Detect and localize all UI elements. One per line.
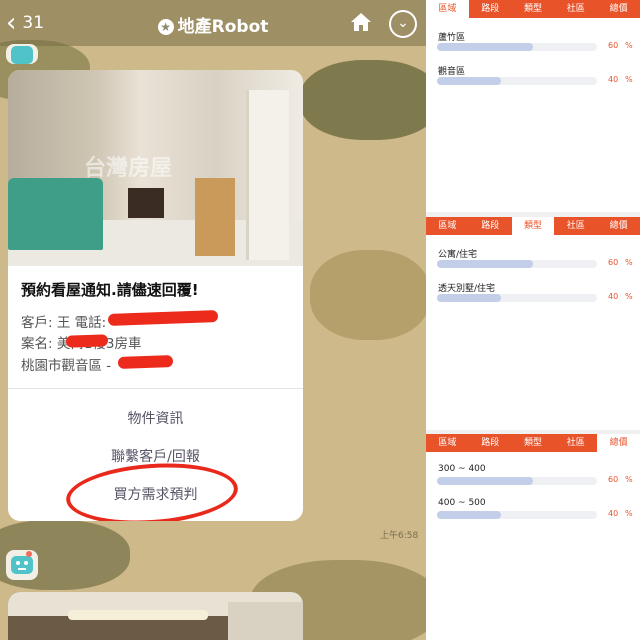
stat-label: 觀音區 (438, 67, 466, 77)
message-timestamp: 上午6:58 (380, 531, 419, 541)
progress-track (437, 477, 597, 485)
tab-total-price[interactable]: 總價 (597, 434, 640, 452)
tab-region[interactable]: 區域 (426, 217, 469, 235)
progress-fill (437, 294, 501, 302)
location-line: 桃園市觀音區 - (21, 358, 112, 374)
progress-track (437, 43, 597, 51)
progress-fill (437, 477, 533, 485)
official-star-icon: ★ (157, 19, 174, 35)
progress-fill (437, 511, 501, 519)
progress-fill (437, 77, 501, 85)
chat-screen: ‹ 31 ★ 地產Robot ⌄ 台灣房屋 預約看屋通知.請儘速回覆! 客戶: 王… (0, 0, 426, 640)
property-photo[interactable] (8, 592, 303, 640)
avatar[interactable] (6, 550, 38, 580)
filter-panel-type: 區域 路段 類型 社區 總價公寓/住宅 60% 透天別墅/住宅 40% (426, 217, 640, 430)
tab-community[interactable]: 社區 (554, 217, 597, 235)
progress-fill (437, 43, 533, 51)
tab-total-price[interactable]: 總價 (597, 0, 640, 18)
tab-community[interactable]: 社區 (554, 434, 597, 452)
card-title: 預約看屋通知.請儘速回覆! (21, 281, 199, 299)
background-pattern (300, 60, 426, 140)
tab-total-price[interactable]: 總價 (597, 217, 640, 235)
stat-value: 60 (608, 475, 619, 484)
stat-unit: % (625, 509, 633, 518)
filter-panel-price: 區域 路段 類型 社區 總價 300 ~ 400 60% 400 ~ 500 40% (426, 434, 640, 640)
stat-value: 40 (608, 75, 619, 84)
stat-label: 300 ~ 400 (438, 464, 486, 474)
customer-line: 客戶: 王 電話: (21, 315, 107, 331)
redaction-mark (117, 355, 174, 369)
message-card: 台灣房屋 預約看屋通知.請儘速回覆! 客戶: 王 電話: 案名: 美寓1樓3房車… (8, 70, 303, 521)
stat-label: 蘆竹區 (438, 33, 466, 43)
tab-bar: 區域 路段 類型 社區 總價 (426, 434, 640, 452)
stat-label: 400 ~ 500 (438, 498, 486, 508)
tab-road[interactable]: 路段 (469, 434, 512, 452)
chat-title-text: 地產Robot (177, 17, 269, 37)
chevron-down-icon[interactable]: ⌄ (389, 10, 417, 38)
tab-community[interactable]: 社區 (554, 0, 597, 18)
home-icon[interactable] (350, 11, 372, 33)
redaction-mark (107, 310, 219, 326)
progress-track (437, 260, 597, 268)
photo-cabinet (195, 178, 235, 256)
tab-region[interactable]: 區域 (426, 0, 469, 18)
progress-track (437, 511, 597, 519)
stat-label: 透天別墅/住宅 (438, 284, 496, 294)
property-photo[interactable]: 台灣房屋 (8, 70, 303, 266)
stat-unit: % (625, 41, 633, 50)
tab-type[interactable]: 類型 (512, 0, 555, 18)
tab-road[interactable]: 路段 (469, 217, 512, 235)
background-pattern (310, 250, 426, 340)
chat-header: ‹ 31 ★ 地產Robot ⌄ (0, 0, 426, 46)
photo-watermark: 台灣房屋 (84, 156, 173, 181)
photo-sofa (8, 178, 103, 250)
photo-wall (228, 602, 303, 640)
stat-unit: % (625, 475, 633, 484)
tab-road[interactable]: 路段 (469, 0, 512, 18)
stat-value: 60 (608, 258, 619, 267)
filter-panel-region: 區域 路段 類型 社區 總價蘆竹區 60% 觀音區 40% (426, 0, 640, 212)
stat-value: 40 (608, 509, 619, 518)
progress-fill (437, 260, 533, 268)
photo-light (68, 610, 208, 620)
stat-value: 40 (608, 292, 619, 301)
tab-bar: 區域 路段 類型 社區 總價 (426, 0, 640, 18)
stat-unit: % (625, 75, 633, 84)
tab-type[interactable]: 類型 (512, 434, 555, 452)
tab-region[interactable]: 區域 (426, 434, 469, 452)
stat-unit: % (625, 292, 633, 301)
tab-bar: 區域 路段 類型 社區 總價 (426, 217, 640, 235)
stat-label: 公寓/住宅 (438, 250, 478, 260)
photo-door (246, 90, 289, 260)
tab-type[interactable]: 類型 (511, 217, 555, 235)
property-info-button[interactable]: 物件資訊 (8, 408, 303, 428)
divider (8, 388, 303, 389)
progress-track (437, 294, 597, 302)
stat-value: 60 (608, 41, 619, 50)
highlight-circle (64, 458, 240, 521)
photo-table (128, 188, 164, 218)
stat-unit: % (625, 258, 633, 267)
progress-track (437, 77, 597, 85)
avatar[interactable] (6, 44, 38, 64)
redaction-mark (65, 334, 109, 348)
